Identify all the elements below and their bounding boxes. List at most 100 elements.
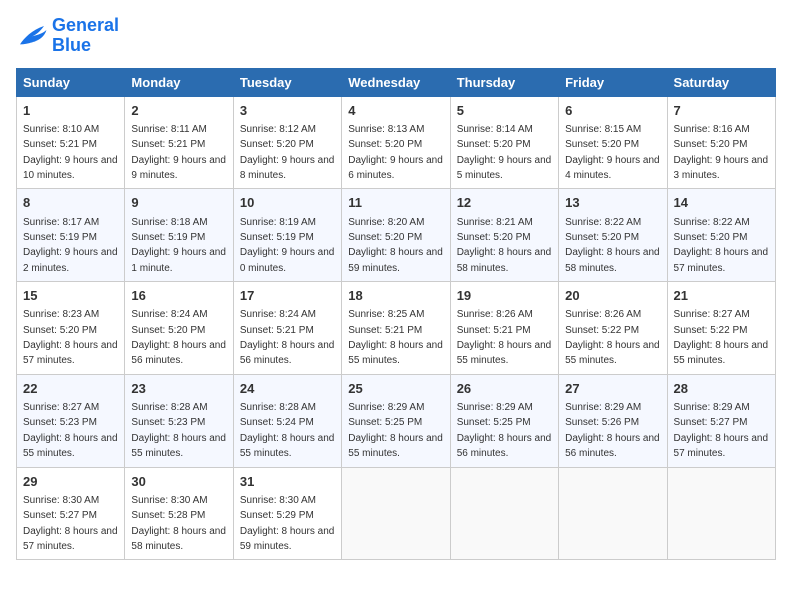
day-info: Sunrise: 8:16 AMSunset: 5:20 PMDaylight:… — [674, 124, 769, 181]
day-info: Sunrise: 8:12 AMSunset: 5:20 PMDaylight:… — [240, 124, 335, 181]
day-number: 9 — [131, 194, 226, 212]
day-info: Sunrise: 8:26 AMSunset: 5:22 PMDaylight:… — [565, 309, 660, 366]
day-number: 29 — [23, 473, 118, 491]
day-number: 15 — [23, 287, 118, 305]
calendar-week-5: 29 Sunrise: 8:30 AMSunset: 5:27 PMDayligh… — [17, 467, 776, 560]
day-number: 3 — [240, 102, 335, 120]
day-number: 26 — [457, 380, 552, 398]
day-cell-12: 12 Sunrise: 8:21 AMSunset: 5:20 PMDayligh… — [450, 189, 558, 282]
calendar-week-3: 15 Sunrise: 8:23 AMSunset: 5:20 PMDayligh… — [17, 282, 776, 375]
day-cell-23: 23 Sunrise: 8:28 AMSunset: 5:23 PMDayligh… — [125, 374, 233, 467]
day-cell-1: 1Sunrise: 8:10 AMSunset: 5:21 PMDaylight… — [17, 96, 125, 189]
empty-cell — [559, 467, 667, 560]
header-row: SundayMondayTuesdayWednesdayThursdayFrid… — [17, 68, 776, 96]
day-number: 22 — [23, 380, 118, 398]
day-number: 18 — [348, 287, 443, 305]
day-info: Sunrise: 8:10 AMSunset: 5:21 PMDaylight:… — [23, 124, 118, 181]
day-cell-25: 25 Sunrise: 8:29 AMSunset: 5:25 PMDayligh… — [342, 374, 450, 467]
logo-text: General Blue — [52, 16, 119, 56]
day-info: Sunrise: 8:15 AMSunset: 5:20 PMDaylight:… — [565, 124, 660, 181]
empty-cell — [342, 467, 450, 560]
day-number: 25 — [348, 380, 443, 398]
day-header-saturday: Saturday — [667, 68, 775, 96]
day-cell-3: 3 Sunrise: 8:12 AMSunset: 5:20 PMDaylight… — [233, 96, 341, 189]
day-number: 12 — [457, 194, 552, 212]
day-cell-26: 26Sunrise: 8:29 AMSunset: 5:25 PMDayligh… — [450, 374, 558, 467]
day-number: 6 — [565, 102, 660, 120]
day-number: 17 — [240, 287, 335, 305]
day-number: 27 — [565, 380, 660, 398]
calendar-week-4: 22 Sunrise: 8:27 AMSunset: 5:23 PMDayligh… — [17, 374, 776, 467]
day-number: 20 — [565, 287, 660, 305]
day-cell-24: 24Sunrise: 8:28 AMSunset: 5:24 PMDayligh… — [233, 374, 341, 467]
day-cell-11: 11 Sunrise: 8:20 AMSunset: 5:20 PMDayligh… — [342, 189, 450, 282]
day-number: 14 — [674, 194, 769, 212]
day-number: 2 — [131, 102, 226, 120]
day-number: 19 — [457, 287, 552, 305]
day-cell-17: 17 Sunrise: 8:24 AMSunset: 5:21 PMDayligh… — [233, 282, 341, 375]
day-cell-8: 8 Sunrise: 8:17 AMSunset: 5:19 PMDaylight… — [17, 189, 125, 282]
day-number: 16 — [131, 287, 226, 305]
day-cell-13: 13Sunrise: 8:22 AMSunset: 5:20 PMDayligh… — [559, 189, 667, 282]
day-cell-4: 4 Sunrise: 8:13 AMSunset: 5:20 PMDaylight… — [342, 96, 450, 189]
day-cell-5: 5 Sunrise: 8:14 AMSunset: 5:20 PMDaylight… — [450, 96, 558, 189]
day-cell-30: 30Sunrise: 8:30 AMSunset: 5:28 PMDayligh… — [125, 467, 233, 560]
day-cell-27: 27 Sunrise: 8:29 AMSunset: 5:26 PMDayligh… — [559, 374, 667, 467]
day-cell-14: 14 Sunrise: 8:22 AMSunset: 5:20 PMDayligh… — [667, 189, 775, 282]
day-info: Sunrise: 8:22 AMSunset: 5:20 PMDaylight:… — [674, 217, 769, 274]
day-cell-7: 7 Sunrise: 8:16 AMSunset: 5:20 PMDaylight… — [667, 96, 775, 189]
day-cell-18: 18 Sunrise: 8:25 AMSunset: 5:21 PMDayligh… — [342, 282, 450, 375]
day-header-thursday: Thursday — [450, 68, 558, 96]
day-number: 7 — [674, 102, 769, 120]
day-number: 24 — [240, 380, 335, 398]
day-info: Sunrise: 8:23 AMSunset: 5:20 PMDaylight:… — [23, 309, 118, 366]
day-info: Sunrise: 8:29 AMSunset: 5:26 PMDaylight:… — [565, 402, 660, 459]
day-cell-31: 31Sunrise: 8:30 AMSunset: 5:29 PMDayligh… — [233, 467, 341, 560]
day-info: Sunrise: 8:30 AMSunset: 5:27 PMDaylight:… — [23, 495, 118, 552]
day-number: 30 — [131, 473, 226, 491]
day-info: Sunrise: 8:14 AMSunset: 5:20 PMDaylight:… — [457, 124, 552, 181]
day-number: 4 — [348, 102, 443, 120]
logo: General Blue — [16, 16, 119, 56]
day-cell-19: 19Sunrise: 8:26 AMSunset: 5:21 PMDayligh… — [450, 282, 558, 375]
day-info: Sunrise: 8:17 AMSunset: 5:19 PMDaylight:… — [23, 217, 118, 274]
day-number: 10 — [240, 194, 335, 212]
day-cell-21: 21 Sunrise: 8:27 AMSunset: 5:22 PMDayligh… — [667, 282, 775, 375]
calendar-week-2: 8 Sunrise: 8:17 AMSunset: 5:19 PMDaylight… — [17, 189, 776, 282]
day-cell-16: 16 Sunrise: 8:24 AMSunset: 5:20 PMDayligh… — [125, 282, 233, 375]
day-header-wednesday: Wednesday — [342, 68, 450, 96]
day-cell-28: 28 Sunrise: 8:29 AMSunset: 5:27 PMDayligh… — [667, 374, 775, 467]
day-header-sunday: Sunday — [17, 68, 125, 96]
day-number: 11 — [348, 194, 443, 212]
day-number: 28 — [674, 380, 769, 398]
day-number: 8 — [23, 194, 118, 212]
day-info: Sunrise: 8:13 AMSunset: 5:20 PMDaylight:… — [348, 124, 443, 181]
day-info: Sunrise: 8:21 AMSunset: 5:20 PMDaylight:… — [457, 217, 552, 274]
day-info: Sunrise: 8:27 AMSunset: 5:22 PMDaylight:… — [674, 309, 769, 366]
calendar-table: SundayMondayTuesdayWednesdayThursdayFrid… — [16, 68, 776, 561]
calendar-week-1: 1Sunrise: 8:10 AMSunset: 5:21 PMDaylight… — [17, 96, 776, 189]
day-info: Sunrise: 8:20 AMSunset: 5:20 PMDaylight:… — [348, 217, 443, 274]
empty-cell — [667, 467, 775, 560]
day-info: Sunrise: 8:27 AMSunset: 5:23 PMDaylight:… — [23, 402, 118, 459]
day-info: Sunrise: 8:28 AMSunset: 5:23 PMDaylight:… — [131, 402, 226, 459]
day-info: Sunrise: 8:11 AMSunset: 5:21 PMDaylight:… — [131, 124, 226, 181]
day-number: 13 — [565, 194, 660, 212]
header: General Blue — [16, 16, 776, 56]
day-cell-22: 22 Sunrise: 8:27 AMSunset: 5:23 PMDayligh… — [17, 374, 125, 467]
day-number: 31 — [240, 473, 335, 491]
empty-cell — [450, 467, 558, 560]
day-info: Sunrise: 8:29 AMSunset: 5:27 PMDaylight:… — [674, 402, 769, 459]
day-info: Sunrise: 8:29 AMSunset: 5:25 PMDaylight:… — [348, 402, 443, 459]
day-header-monday: Monday — [125, 68, 233, 96]
day-cell-10: 10Sunrise: 8:19 AMSunset: 5:19 PMDayligh… — [233, 189, 341, 282]
day-info: Sunrise: 8:18 AMSunset: 5:19 PMDaylight:… — [131, 217, 226, 274]
day-info: Sunrise: 8:25 AMSunset: 5:21 PMDaylight:… — [348, 309, 443, 366]
day-info: Sunrise: 8:24 AMSunset: 5:20 PMDaylight:… — [131, 309, 226, 366]
day-cell-29: 29 Sunrise: 8:30 AMSunset: 5:27 PMDayligh… — [17, 467, 125, 560]
day-number: 5 — [457, 102, 552, 120]
day-info: Sunrise: 8:24 AMSunset: 5:21 PMDaylight:… — [240, 309, 335, 366]
day-cell-2: 2 Sunrise: 8:11 AMSunset: 5:21 PMDaylight… — [125, 96, 233, 189]
day-number: 23 — [131, 380, 226, 398]
day-number: 21 — [674, 287, 769, 305]
